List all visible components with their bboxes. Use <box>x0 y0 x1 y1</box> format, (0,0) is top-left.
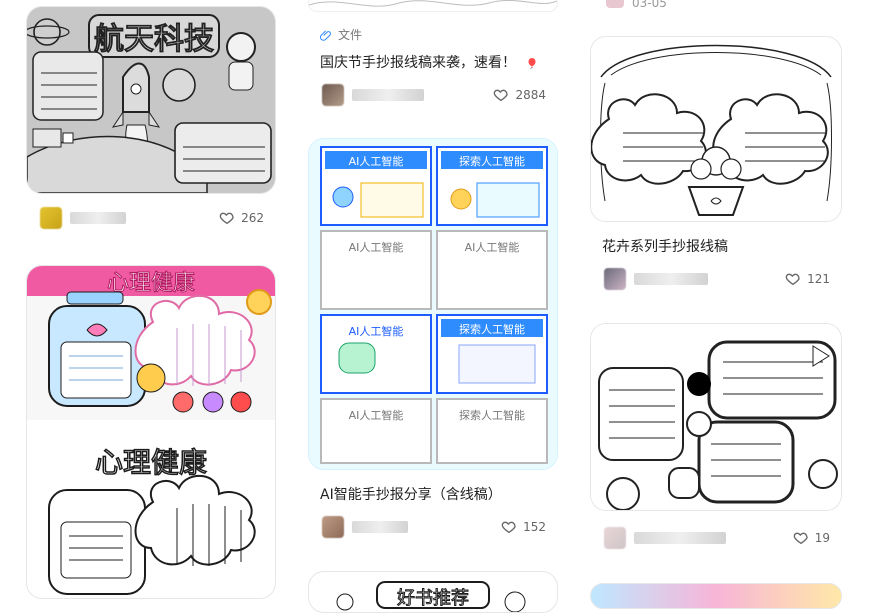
card-previous-partial: 03-05 <box>606 0 836 14</box>
ai-poster-3-title: AI人工智能 <box>349 240 404 254</box>
like-button[interactable]: 262 <box>219 210 264 226</box>
like-count: 152 <box>523 520 546 534</box>
like-button[interactable]: 121 <box>785 271 830 287</box>
card-next-partial[interactable] <box>590 583 842 609</box>
ai-poster-7-title: AI人工智能 <box>349 408 404 422</box>
ai-poster-8-title: 探索人工智能 <box>459 408 525 422</box>
card-title-text: AI智能手抄报分享（含线稿） <box>320 487 502 503</box>
card-national-day-image[interactable] <box>308 0 558 12</box>
card-title-text: 花卉系列手抄报线稿 <box>602 239 728 255</box>
author-avatar <box>322 516 344 538</box>
author-name-redacted <box>352 521 408 533</box>
card-aerospace-image[interactable]: 航天科技 <box>26 6 276 194</box>
card-title[interactable]: AI智能手抄报分享（含线稿） <box>320 484 502 504</box>
heart-icon <box>793 532 808 545</box>
card-title[interactable]: 国庆节手抄报线稿来袭，速看！ <box>320 52 538 72</box>
heart-icon <box>501 521 516 534</box>
card-lineart-coloring-author[interactable] <box>604 527 726 549</box>
post-date: 03-05 <box>632 0 667 10</box>
card-book-recommendation[interactable]: 好书推荐 <box>308 571 558 613</box>
card-mental-health[interactable]: 心理健康 心理健康 <box>26 265 276 603</box>
mental-health-bottom-title: 心理健康 <box>95 446 207 479</box>
card-aerospace-meta: 262 <box>40 206 264 230</box>
card-book-recommendation-image[interactable]: 好书推荐 <box>308 571 558 613</box>
like-button[interactable]: 19 <box>793 530 830 546</box>
like-count: 121 <box>807 272 830 286</box>
ai-poster-5-title: AI人工智能 <box>349 324 404 338</box>
card-flowers-meta: 121 <box>604 266 830 292</box>
author-avatar <box>606 0 624 8</box>
card-ai-posters-meta: 152 <box>322 514 546 540</box>
card-ai-posters[interactable]: AI人工智能 探索人工智能 AI人工智能 AI人工智能 AI人工智能 探索人工智… <box>308 138 558 548</box>
card-lineart-coloring-meta: 19 <box>604 525 830 551</box>
like-button[interactable]: 2884 <box>493 87 546 103</box>
card-aerospace[interactable]: 航天科技 262 <box>26 6 276 241</box>
book-recommendation-title: 好书推荐 <box>397 588 469 609</box>
card-national-day[interactable]: 文件 国庆节手抄报线稿来袭，速看！ 2884 <box>308 0 558 120</box>
card-lineart-coloring-image[interactable] <box>590 323 842 511</box>
paperclip-icon <box>320 30 331 41</box>
author-name-redacted <box>634 532 726 544</box>
card-national-day-meta: 2884 <box>322 82 546 108</box>
card-title-text: 国庆节手抄报线稿来袭，速看！ <box>320 55 516 71</box>
author-avatar <box>322 84 344 106</box>
author-avatar <box>604 268 626 290</box>
heart-icon <box>785 273 800 286</box>
card-ai-posters-image[interactable]: AI人工智能 探索人工智能 AI人工智能 AI人工智能 AI人工智能 探索人工智… <box>308 138 558 470</box>
like-count: 262 <box>241 211 264 225</box>
like-count: 19 <box>814 531 830 545</box>
aerospace-title-text: 航天科技 <box>94 22 214 57</box>
ai-poster-4-title: AI人工智能 <box>465 240 520 254</box>
author-name-redacted <box>634 273 708 285</box>
card-lineart-coloring[interactable]: 19 <box>590 323 842 559</box>
ai-poster-6-title: 探索人工智能 <box>459 322 525 336</box>
heart-icon <box>494 89 509 102</box>
card-mental-health-image[interactable]: 心理健康 心理健康 <box>26 265 276 599</box>
balloon-icon <box>526 57 538 70</box>
author-avatar <box>604 527 626 549</box>
file-tag: 文件 <box>320 26 362 43</box>
author-name-redacted <box>352 89 424 101</box>
author-avatar <box>40 207 62 229</box>
ai-poster-1-title: AI人工智能 <box>349 154 404 168</box>
card-flowers[interactable]: 花卉系列手抄报线稿 121 <box>590 36 842 296</box>
like-button[interactable]: 152 <box>501 519 546 535</box>
heart-icon <box>219 212 234 225</box>
like-count: 2884 <box>515 88 546 102</box>
card-national-day-author[interactable] <box>322 84 424 106</box>
card-ai-posters-author[interactable] <box>322 516 408 538</box>
card-flowers-author[interactable] <box>604 268 708 290</box>
author-name-redacted <box>70 212 126 224</box>
card-next-partial-image[interactable] <box>590 583 842 609</box>
card-flowers-image[interactable] <box>590 36 842 222</box>
file-tag-label: 文件 <box>338 28 363 42</box>
card-aerospace-author[interactable] <box>40 207 126 229</box>
ai-poster-2-title: 探索人工智能 <box>459 154 525 168</box>
card-title[interactable]: 花卉系列手抄报线稿 <box>602 236 728 256</box>
